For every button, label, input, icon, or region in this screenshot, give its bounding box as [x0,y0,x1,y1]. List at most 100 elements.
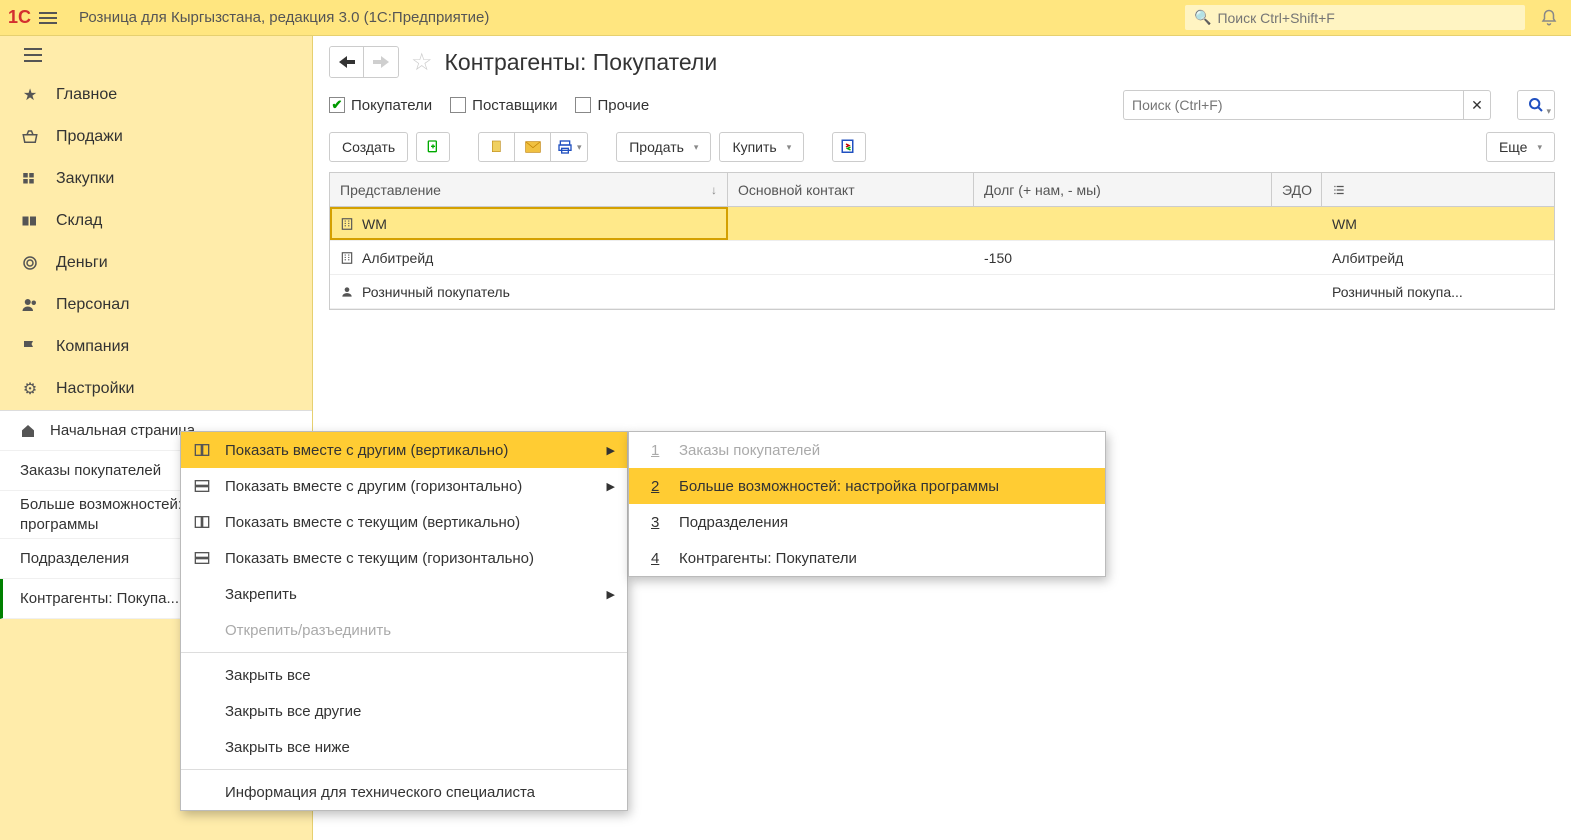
ctx-label: Показать вместе с другим (горизонтально) [225,478,522,495]
sidebar-item-staff[interactable]: Персонал [0,284,312,326]
sidebar-item-label: Продажи [56,128,123,146]
col-label: Долг (+ нам, - мы) [984,182,1101,198]
ctx-label: Закрыть все другие [225,703,361,720]
checkbox-icon [575,97,591,113]
ctx-tech-info[interactable]: Информация для технического специалиста [181,774,627,810]
ctx-pin[interactable]: Закрепить ▶ [181,576,627,612]
sidebar-item-main[interactable]: ★ Главное [0,74,312,116]
cell-name: Розничный покупатель [362,284,510,300]
cell-right: Албитрейд [1332,250,1403,266]
col-label: Представление [340,182,441,198]
more-button[interactable]: Еще [1486,132,1555,162]
ctx-show-with-current-v[interactable]: Показать вместе с текущим (вертикально) [181,504,627,540]
sm-item-departments[interactable]: 3 Подразделения [629,504,1105,540]
coin-icon [20,253,40,273]
separator [181,769,627,770]
ctx-close-below[interactable]: Закрыть все ниже [181,729,627,765]
create-copy-button[interactable] [416,132,450,162]
ctx-show-with-other-v[interactable]: Показать вместе с другим (вертикально) ▶ [181,432,627,468]
sub-item-label: Начальная страница [50,422,195,439]
sidebar-item-sales[interactable]: Продажи [0,116,312,158]
col-label: ЭДО [1282,182,1312,198]
sm-label: Контрагенты: Покупатели [679,550,857,567]
col-contact[interactable]: Основной контакт [728,173,974,206]
filter-label: Поставщики [472,97,557,114]
main-menu-icon[interactable] [39,6,63,30]
back-button[interactable] [330,47,364,77]
new-doc-button[interactable] [479,133,515,161]
warehouse-icon [20,211,40,231]
sidebar-item-settings[interactable]: ⚙ Настройки [0,368,312,410]
sidebar-item-label: Склад [56,212,102,230]
basket-icon [20,127,40,147]
sm-num: 4 [651,550,659,567]
sell-button[interactable]: Продать [616,132,711,162]
table-row[interactable]: Розничный покупатель Розничный покупа... [330,275,1554,309]
sidebar-item-purchases[interactable]: Закупки [0,158,312,200]
col-edo[interactable]: ЭДО [1272,173,1322,206]
sidebar-item-label: Персонал [56,296,129,314]
col-debt[interactable]: Долг (+ нам, - мы) [974,173,1272,206]
ctx-show-with-other-h[interactable]: Показать вместе с другим (горизонтально)… [181,468,627,504]
split-horizontal-icon [193,479,211,493]
table-row[interactable]: Албитрейд -150 Албитрейд [330,241,1554,275]
ctx-close-all[interactable]: Закрыть все [181,657,627,693]
print-button[interactable] [551,133,587,161]
separator [181,652,627,653]
buy-label: Купить [732,139,776,155]
ctx-label: Показать вместе с текущим (вертикально) [225,514,520,531]
sub-item-label: Подразделения [20,550,129,567]
person-icon [340,285,354,299]
buy-button[interactable]: Купить [719,132,804,162]
sidebar-toggle[interactable] [0,36,312,74]
ctx-show-with-current-h[interactable]: Показать вместе с текущим (горизонтально… [181,540,627,576]
global-search-input[interactable] [1217,10,1516,26]
sort-icon: ↓ [711,183,717,197]
filter-buyers[interactable]: ✔ Покупатели [329,97,432,114]
list-search-input[interactable] [1123,90,1463,120]
sm-item-orders: 1 Заказы покупателей [629,432,1105,468]
sm-item-more-features[interactable]: 2 Больше возможностей: настройка програм… [629,468,1105,504]
table-row[interactable]: WM WM [330,207,1554,241]
col-name[interactable]: Представление ↓ [330,173,728,206]
building-icon [340,251,354,265]
sidebar-item-company[interactable]: Компания [0,326,312,368]
sm-label: Подразделения [679,514,788,531]
favorite-icon[interactable]: ☆ [411,48,433,77]
logo: 1C [8,7,31,28]
sidebar-item-label: Настройки [56,380,134,398]
filter-suppliers[interactable]: Поставщики [450,97,557,114]
filter-label: Прочие [597,97,649,114]
home-icon [20,423,36,439]
create-button[interactable]: Создать [329,132,408,162]
global-search[interactable]: 🔍 [1185,5,1525,30]
col-list[interactable] [1322,173,1554,206]
sell-label: Продать [629,139,684,155]
sm-item-contractors[interactable]: 4 Контрагенты: Покупатели [629,540,1105,576]
sidebar-item-warehouse[interactable]: Склад [0,200,312,242]
ctx-label: Открепить/разъединить [225,622,391,639]
sm-num: 1 [651,442,659,459]
cell-right: WM [1332,216,1357,232]
app-title: Розница для Кыргызстана, редакция 3.0 (1… [79,9,489,26]
star-icon: ★ [20,85,40,105]
cell-debt: -150 [984,250,1012,266]
nav-buttons [329,46,399,78]
sidebar-item-money[interactable]: Деньги [0,242,312,284]
clear-search-button[interactable]: ✕ [1463,90,1491,120]
advanced-search-button[interactable] [1517,90,1555,120]
email-button[interactable] [515,133,551,161]
ctx-label: Информация для технического специалиста [225,784,535,801]
grid-header: Представление ↓ Основной контакт Долг (+ … [330,173,1554,207]
chevron-right-icon: ▶ [607,444,615,457]
filter-others[interactable]: Прочие [575,97,649,114]
ctx-unpin: Открепить/разъединить [181,612,627,648]
forward-button[interactable] [364,47,398,77]
notifications-icon[interactable] [1535,4,1563,32]
sidebar-item-label: Деньги [56,254,108,272]
exchange-button[interactable] [832,132,866,162]
flag-icon [20,337,40,357]
checkbox-checked-icon: ✔ [329,97,345,113]
sidebar-item-label: Закупки [56,170,114,188]
ctx-close-others[interactable]: Закрыть все другие [181,693,627,729]
